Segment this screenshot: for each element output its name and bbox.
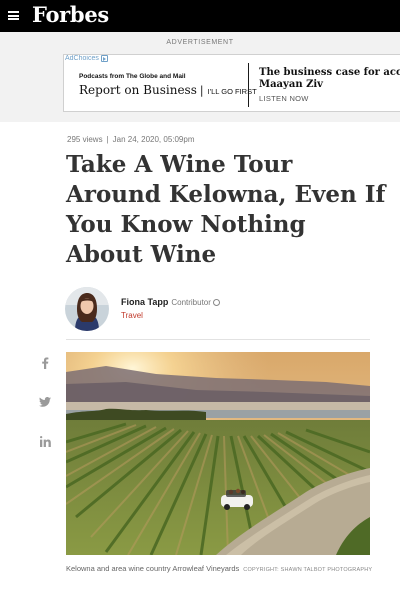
linkedin-icon[interactable] bbox=[38, 434, 52, 448]
author-role: Contributor bbox=[171, 298, 211, 307]
ad-brand-name: Report on Business bbox=[79, 83, 197, 97]
divider-rule bbox=[66, 339, 370, 340]
info-icon[interactable] bbox=[212, 299, 220, 306]
advertisement-label: ADVERTISEMENT bbox=[166, 39, 234, 46]
hamburger-menu-icon[interactable] bbox=[8, 11, 19, 20]
forbes-logo[interactable]: Forbes bbox=[32, 2, 109, 27]
ad-banner[interactable]: AdChoices Podcasts from The Globe and Ma… bbox=[63, 54, 400, 112]
twitter-icon[interactable] bbox=[38, 395, 52, 409]
article-title: Take A Wine Tour Around Kelowna, Even If… bbox=[66, 151, 386, 268]
author-avatar[interactable] bbox=[65, 287, 109, 331]
adchoices-badge[interactable]: AdChoices bbox=[65, 55, 108, 62]
meta-separator: | bbox=[106, 135, 109, 144]
advertisement-band: ADVERTISEMENT AdChoices Podcasts from Th… bbox=[0, 32, 400, 122]
ad-divider bbox=[248, 63, 249, 107]
author-line: Fiona Tapp Contributor bbox=[121, 297, 220, 307]
image-caption: Kelowna and area wine country Arrowleaf … bbox=[66, 562, 378, 577]
article-hero-image[interactable] bbox=[66, 352, 370, 555]
top-navigation-bar: Forbes bbox=[0, 0, 400, 32]
article-meta: 295 views | Jan 24, 2020, 05:09pm bbox=[67, 135, 195, 144]
publish-date: Jan 24, 2020, 05:09pm bbox=[112, 135, 195, 144]
ad-headline-line-1: The business case for access bbox=[259, 67, 400, 78]
ad-listen-now-link[interactable]: LISTEN NOW bbox=[259, 94, 400, 103]
ad-sponsor-block: Podcasts from The Globe and Mail Report … bbox=[79, 73, 257, 97]
ad-sponsor-line: Podcasts from The Globe and Mail bbox=[79, 73, 186, 80]
view-count: 295 views bbox=[67, 135, 103, 144]
facebook-icon[interactable] bbox=[38, 356, 52, 370]
image-credit: COPYRIGHT: SHAWN TALBOT PHOTOGRAPHY bbox=[243, 567, 373, 573]
ad-brand-divider: | bbox=[199, 84, 204, 97]
adchoices-label: AdChoices bbox=[65, 55, 99, 62]
adchoices-icon bbox=[100, 55, 108, 62]
ad-headline-block: The business case for access Maayan Ziv … bbox=[259, 67, 400, 103]
image-caption-text: Kelowna and area wine country Arrowleaf … bbox=[66, 564, 240, 573]
author-name[interactable]: Fiona Tapp bbox=[121, 297, 168, 307]
ad-headline-line-2: Maayan Ziv bbox=[259, 79, 323, 90]
author-section-link[interactable]: Travel bbox=[121, 311, 143, 320]
ad-brand: Report on Business | I'LL GO FIRST bbox=[79, 83, 257, 97]
ad-brand-tag: I'LL GO FIRST bbox=[207, 87, 257, 96]
